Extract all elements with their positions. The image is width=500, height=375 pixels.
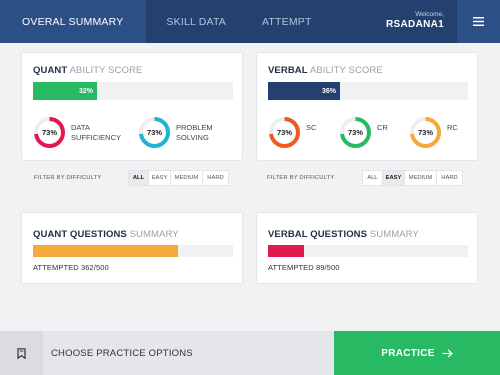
sc-donut: 73% — [269, 117, 300, 148]
problem-solving-donut: 73% — [139, 117, 170, 148]
quant-questions-bar — [33, 245, 233, 257]
donut-value: 73% — [418, 128, 433, 137]
rc-donut: 73% — [410, 117, 441, 148]
verbal-filter-label: FILTER BY DIFFICULTY — [267, 175, 335, 181]
quant-questions-card: QUANT QUESTIONS SUMMARY ATTEMPTED 362/50… — [21, 212, 243, 284]
top-nav: OVERAL SUMMARY SKILL DATA ATTEMPT Welcom… — [0, 0, 500, 43]
rc-label: RC — [447, 123, 458, 132]
problem-solving-label: PROBLEM SOLVING — [176, 123, 213, 142]
username[interactable]: RSADANA1 — [386, 19, 444, 31]
verbal-filter-medium[interactable]: MEDIUM — [405, 171, 437, 185]
tab-attempt[interactable]: ATTEMPT — [244, 0, 330, 43]
verbal-questions-card: VERBAL QUESTIONS SUMMARY ATTEMPTED 89/50… — [256, 212, 478, 284]
quant-questions-title: QUANT QUESTIONS SUMMARY — [33, 229, 179, 240]
verbal-difficulty-filter: ALL EASY MEDIUM HARD — [362, 170, 463, 186]
welcome-text: Welcome, — [415, 11, 444, 18]
verbal-ability-score: 36% — [321, 87, 336, 95]
verbal-filter-all[interactable]: ALL — [363, 171, 383, 185]
verbal-ability-card: VERBAL ABILITY SCORE 36% 73% SC 73% CR 7… — [256, 52, 478, 161]
donut-value: 73% — [147, 128, 162, 137]
quant-filter-medium[interactable]: MEDIUM — [171, 171, 203, 185]
donut-value: 73% — [277, 128, 292, 137]
verbal-ability-bar: 36% — [268, 82, 468, 100]
hamburger-menu-icon — [473, 17, 484, 26]
verbal-questions-bar — [268, 245, 468, 257]
bookmark-button[interactable] — [0, 331, 43, 375]
quant-ability-card: QUANT ABILITY SCORE 32% 73% DATA SUFFICI… — [21, 52, 243, 161]
tab-overall-summary[interactable]: OVERAL SUMMARY — [0, 0, 147, 43]
arrow-right-icon — [442, 348, 453, 358]
verbal-questions-title: VERBAL QUESTIONS SUMMARY — [268, 229, 419, 240]
donut-value: 73% — [42, 128, 57, 137]
cr-label: CR — [377, 123, 388, 132]
quant-attempted-text: ATTEMPTED 362/500 — [33, 263, 109, 272]
quant-ability-title: QUANT ABILITY SCORE — [33, 65, 143, 76]
verbal-attempted-text: ATTEMPTED 89/500 — [268, 263, 340, 272]
quant-filter-all[interactable]: ALL — [129, 171, 149, 185]
tab-skill-data[interactable]: SKILL DATA — [146, 0, 244, 43]
quant-filter-hard[interactable]: HARD — [203, 171, 228, 185]
quant-difficulty-filter: ALL EASY MEDIUM HARD — [128, 170, 229, 186]
verbal-ability-title: VERBAL ABILITY SCORE — [268, 65, 383, 76]
welcome-block: Welcome, RSADANA1 — [386, 11, 444, 31]
practice-button[interactable]: PRACTICE — [334, 331, 500, 375]
quant-filter-label: FILTER BY DIFFICULTY — [34, 175, 102, 181]
donut-value: 73% — [348, 128, 363, 137]
quant-questions-bar-fill — [33, 245, 178, 257]
quant-ability-score: 32% — [78, 87, 93, 95]
bottom-bar: CHOOSE PRACTICE OPTIONS PRACTICE — [0, 331, 500, 375]
verbal-filter-hard[interactable]: HARD — [437, 171, 462, 185]
sc-label: SC — [306, 123, 317, 132]
verbal-filter-easy[interactable]: EASY — [383, 171, 405, 185]
menu-button[interactable] — [457, 0, 500, 43]
practice-label: PRACTICE — [381, 347, 435, 359]
quant-filter-easy[interactable]: EASY — [149, 171, 171, 185]
verbal-questions-bar-fill — [268, 245, 304, 257]
bookmark-icon — [17, 347, 26, 359]
cr-donut: 73% — [340, 117, 371, 148]
data-sufficiency-label: DATA SUFFICIENCY — [71, 123, 122, 142]
choose-practice-options[interactable]: CHOOSE PRACTICE OPTIONS — [51, 331, 193, 375]
quant-ability-bar: 32% — [33, 82, 233, 100]
data-sufficiency-donut: 73% — [34, 117, 65, 148]
